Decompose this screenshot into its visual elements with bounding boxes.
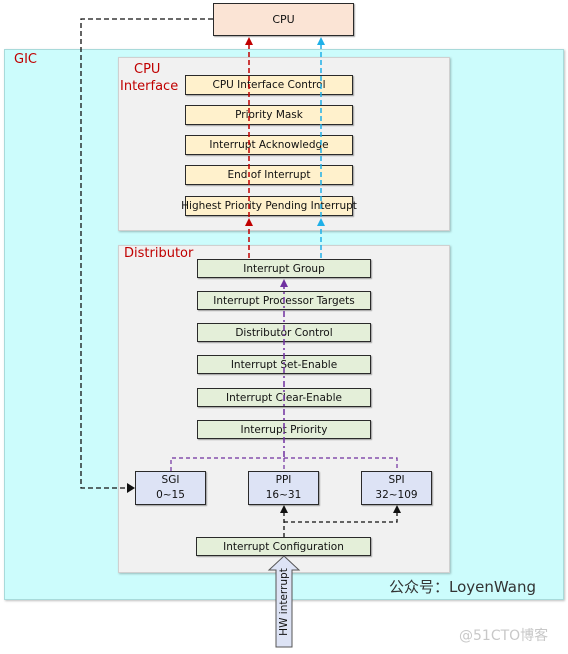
black-arrowhead-ppi <box>280 505 288 513</box>
blue-arrowhead-upper <box>317 37 325 45</box>
red-signal-path <box>245 37 253 258</box>
black-config-path <box>280 505 401 537</box>
red-arrowhead-upper <box>245 37 253 45</box>
connector-layer <box>80 18 401 648</box>
red-arrowhead-lower <box>245 218 253 226</box>
black-arrowhead-spi <box>393 505 401 513</box>
purple-signal-path <box>170 279 398 471</box>
hw-interrupt-label: HW interrupt <box>278 568 290 636</box>
site-watermark: @51CTO博客 <box>459 628 549 644</box>
black-dashed-line-cpu-to-sgi <box>80 18 213 489</box>
blue-signal-path <box>317 37 325 258</box>
black-sgi-path <box>80 18 213 493</box>
black-config-to-spi-line <box>284 512 398 523</box>
author-watermark: 公众号：LoyenWang <box>389 578 536 596</box>
black-arrowhead-sgi <box>127 483 135 493</box>
blue-arrowhead-lower <box>317 218 325 226</box>
purple-arrowhead <box>280 279 288 287</box>
